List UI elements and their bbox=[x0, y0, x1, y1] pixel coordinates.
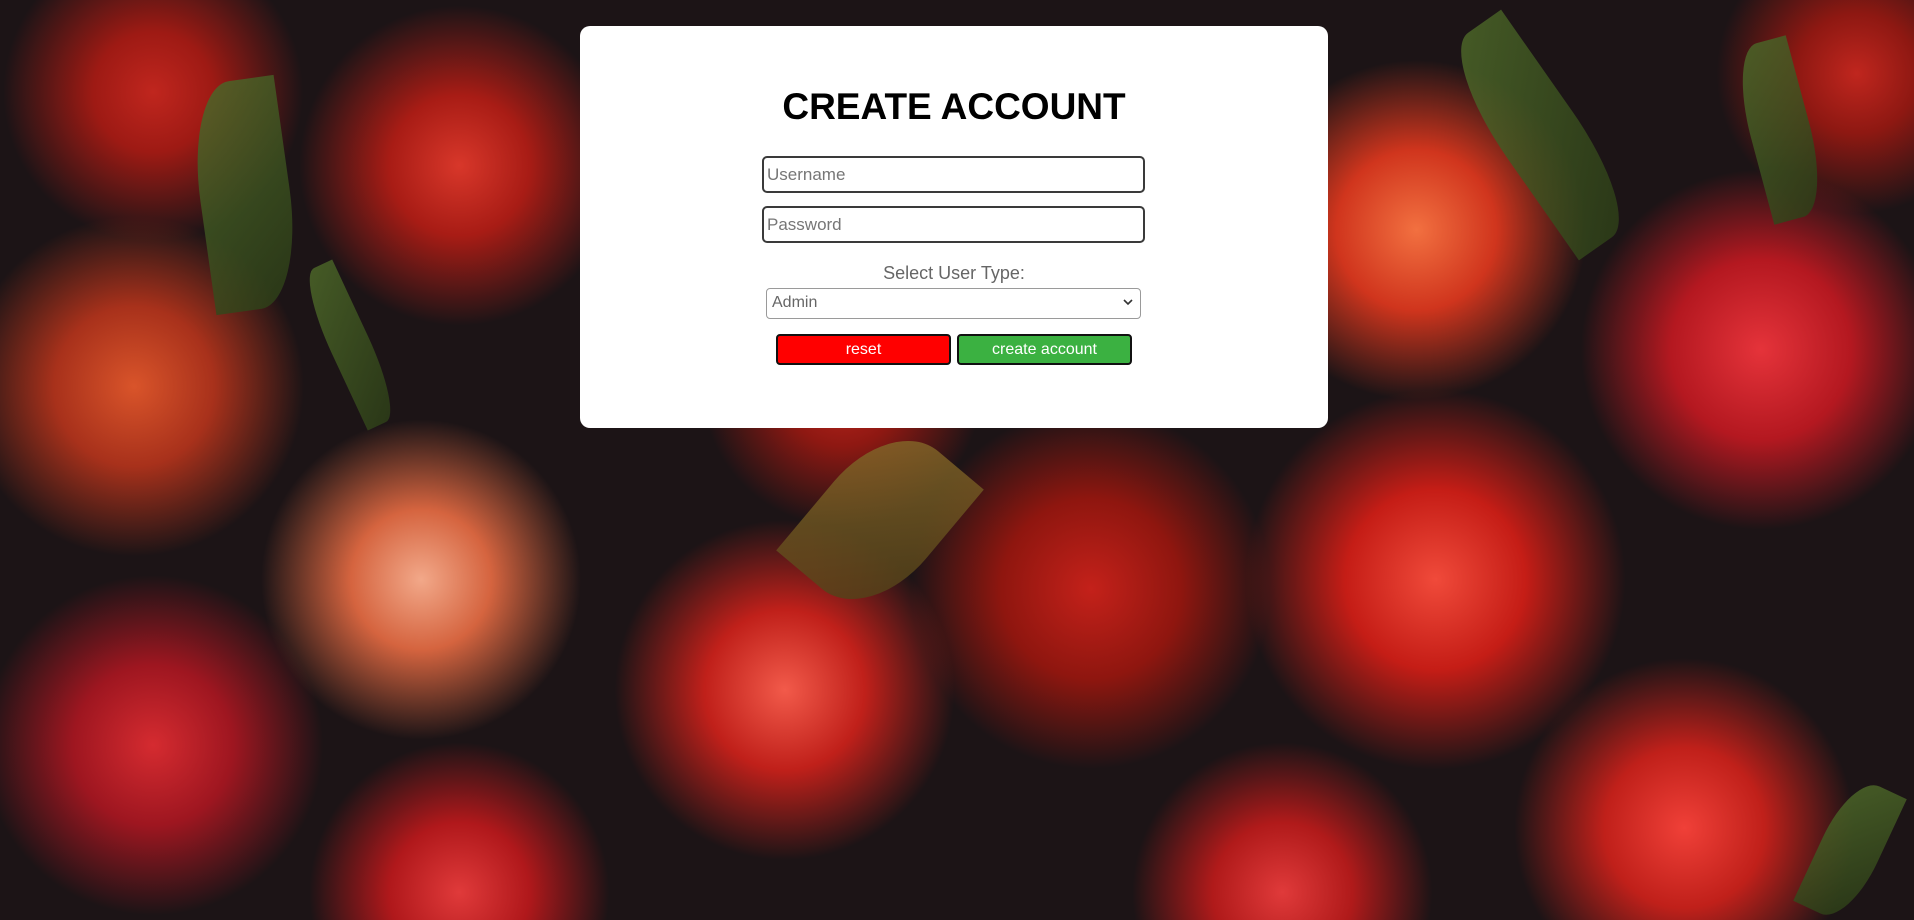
leaf-decoration bbox=[776, 412, 984, 628]
username-input[interactable] bbox=[762, 156, 1145, 193]
leaf-decoration bbox=[184, 74, 306, 316]
reset-button[interactable]: reset bbox=[776, 334, 951, 365]
leaf-decoration bbox=[295, 259, 405, 431]
user-type-label: Select User Type: bbox=[883, 263, 1025, 283]
create-account-card: CREATE ACCOUNT Select User Type: Admin r… bbox=[580, 26, 1328, 428]
user-type-selected-value: Admin bbox=[772, 294, 818, 311]
leaf-decoration bbox=[1727, 35, 1833, 225]
chevron-down-icon bbox=[1123, 299, 1133, 306]
leaf-decoration bbox=[1435, 9, 1645, 261]
leaf-decoration bbox=[1793, 773, 1907, 920]
password-input[interactable] bbox=[762, 206, 1145, 243]
create-account-button[interactable]: create account bbox=[957, 334, 1132, 365]
user-type-select[interactable]: Admin bbox=[766, 288, 1141, 319]
page-title: CREATE ACCOUNT bbox=[782, 86, 1126, 127]
